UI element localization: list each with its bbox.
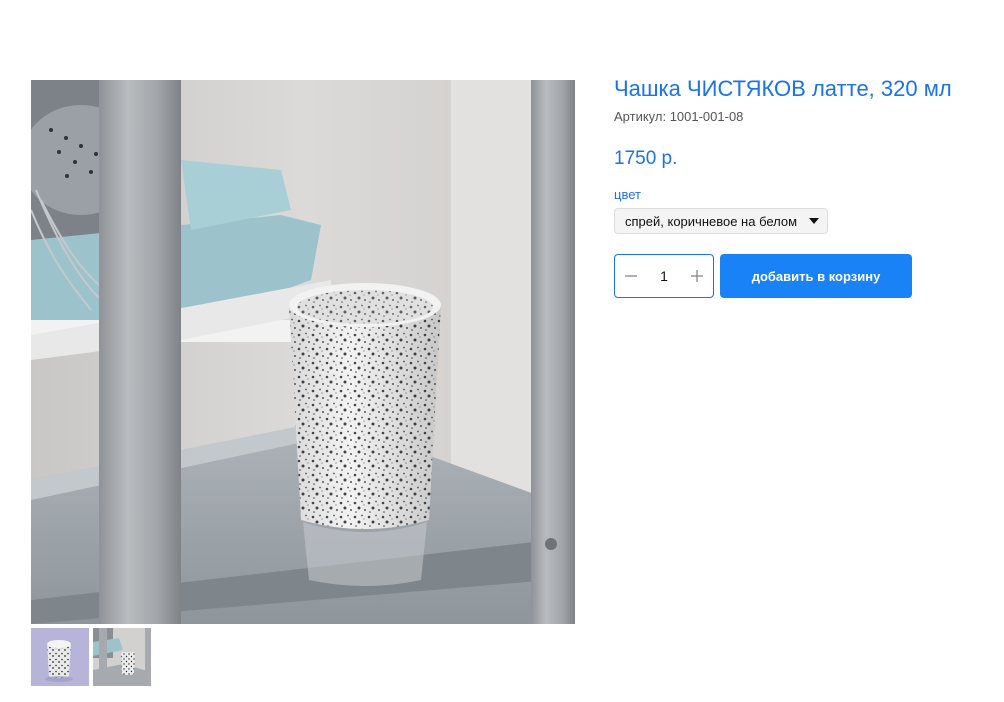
product-title: Чашка ЧИСТЯКОВ латте, 320 мл [614, 76, 952, 101]
thumbnail-strip [31, 628, 151, 686]
buy-row: 1 добавить в корзину [614, 254, 994, 298]
product-price: 1750 р. [614, 148, 678, 169]
thumbnail-cup-photo [31, 628, 89, 686]
increase-quantity-button[interactable] [681, 255, 713, 297]
minus-icon [625, 275, 637, 277]
product-page: Чашка ЧИСТЯКОВ латте, 320 мл Артикул: 10… [0, 0, 1004, 702]
color-select-value: спрей, коричневое на белом [625, 213, 798, 229]
quantity-stepper: 1 [614, 254, 714, 298]
decrease-quantity-button[interactable] [615, 255, 647, 297]
product-info: Чашка ЧИСТЯКОВ латте, 320 мл Артикул: 10… [614, 74, 994, 298]
product-sku: Артикул: 1001-001-08 [614, 109, 744, 124]
thumbnail-2[interactable] [93, 628, 151, 686]
thumbnail-1[interactable] [31, 628, 89, 686]
product-photo [31, 80, 575, 624]
plus-icon [691, 270, 703, 282]
thumbnail-shelf-photo [93, 628, 151, 686]
caret-down-icon [809, 218, 820, 224]
add-to-cart-button[interactable]: добавить в корзину [720, 254, 912, 298]
color-select[interactable]: спрей, коричневое на белом [614, 208, 829, 234]
product-main-image[interactable] [31, 80, 575, 624]
color-option-label: цвет [614, 187, 641, 202]
quantity-value[interactable]: 1 [647, 268, 681, 284]
